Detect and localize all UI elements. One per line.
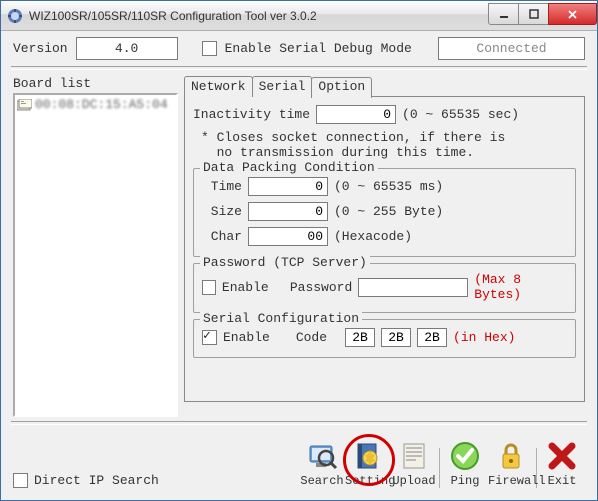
minimize-button[interactable] [488,3,519,25]
exit-icon [546,440,578,472]
header-row: Version 4.0 Enable Serial Debug Mode Con… [13,37,585,60]
sc-title: Serial Configuration [200,311,362,326]
pw-note: (Max 8 Bytes) [474,272,567,302]
app-window: WIZ100SR/105SR/110SR Configuration Tool … [0,0,598,501]
footer: Direct IP Search Search Setting Upload [13,473,585,488]
tab-bar: Network Serial Option [184,76,585,97]
pw-enable-label: Enable [222,280,269,295]
board-list[interactable]: 00:08:DC:15:A5:04 [13,93,178,417]
ping-button[interactable]: Ping [442,438,488,488]
search-icon [306,440,338,472]
toolbar-separator [439,448,440,488]
sc-code2-input[interactable] [381,328,411,347]
dpc-size-label: Size [202,204,242,219]
option-pane: Inactivity time (0 ~ 65535 sec) * Closes… [184,96,585,402]
ping-icon [449,440,481,472]
search-button[interactable]: Search [299,438,345,488]
right-pane: Network Serial Option Inactivity time (0… [184,76,585,417]
status-field: Connected [438,37,585,60]
inactivity-unit: (0 ~ 65535 sec) [402,107,519,122]
sc-code3-input[interactable] [417,328,447,347]
serial-config-group: Serial Configuration Enable Code (in Hex… [193,319,576,358]
upload-button[interactable]: Upload [391,438,437,488]
divider2 [11,421,587,425]
window-controls [489,3,597,23]
window-title: WIZ100SR/105SR/110SR Configuration Tool … [29,9,489,23]
firewall-button[interactable]: Firewall [488,438,534,488]
sc-code1-input[interactable] [345,328,375,347]
dpc-char-label: Char [202,229,242,244]
dpc-size-unit: (0 ~ 255 Byte) [334,204,443,219]
dpc-char-unit: (Hexacode) [334,229,412,244]
upload-icon [398,440,430,472]
dpc-time-unit: (0 ~ 65535 ms) [334,179,443,194]
dpc-time-label: Time [202,179,242,194]
inactivity-label: Inactivity time [193,107,310,122]
pw-title: Password (TCP Server) [200,255,370,270]
sc-note: (in Hex) [453,330,515,345]
data-packing-group: Data Packing Condition Time(0 ~ 65535 ms… [193,168,576,257]
close-button[interactable] [548,3,597,25]
debug-checkbox[interactable] [202,41,217,56]
pw-input[interactable] [358,278,468,297]
firewall-icon [495,440,527,472]
board-list-label: Board list [13,76,178,91]
toolbar: Search Setting Upload Ping [299,438,585,488]
client-area: Version 4.0 Enable Serial Debug Mode Con… [9,35,589,492]
setting-icon [352,440,384,472]
left-pane: Board list 00:08:DC:15:A5:04 [13,76,178,417]
sc-enable-checkbox[interactable] [202,330,217,345]
board-mac: 00:08:DC:15:A5:04 [35,97,168,112]
version-label: Version [13,41,68,56]
divider [11,66,587,70]
tab-serial[interactable]: Serial [252,76,313,97]
version-field: 4.0 [76,37,178,60]
setting-button[interactable]: Setting [345,438,391,488]
direct-ip-checkbox[interactable] [13,473,28,488]
tab-network[interactable]: Network [184,76,253,97]
maximize-button[interactable] [518,3,549,25]
inactivity-note: * Closes socket connection, if there is … [201,130,576,160]
inactivity-input[interactable] [316,105,396,124]
dpc-char-input[interactable] [248,227,328,246]
tab-option[interactable]: Option [311,77,372,98]
titlebar[interactable]: WIZ100SR/105SR/110SR Configuration Tool … [1,1,597,31]
board-list-item[interactable]: 00:08:DC:15:A5:04 [17,97,174,112]
dpc-time-input[interactable] [248,177,328,196]
direct-ip-label: Direct IP Search [34,473,159,488]
app-icon [7,8,23,24]
debug-label: Enable Serial Debug Mode [225,41,412,56]
exit-button[interactable]: Exit [539,438,585,488]
password-group: Password (TCP Server) Enable Password (M… [193,263,576,313]
pw-label: Password [290,280,352,295]
dpc-size-input[interactable] [248,202,328,221]
main-area: Board list 00:08:DC:15:A5:04 Network Ser… [13,76,585,417]
sc-enable-label: Enable [223,330,270,345]
sc-code-label: Code [296,330,327,345]
inactivity-row: Inactivity time (0 ~ 65535 sec) [193,105,576,124]
pw-enable-checkbox[interactable] [202,280,216,295]
dpc-title: Data Packing Condition [200,160,378,175]
board-icon [17,99,32,111]
